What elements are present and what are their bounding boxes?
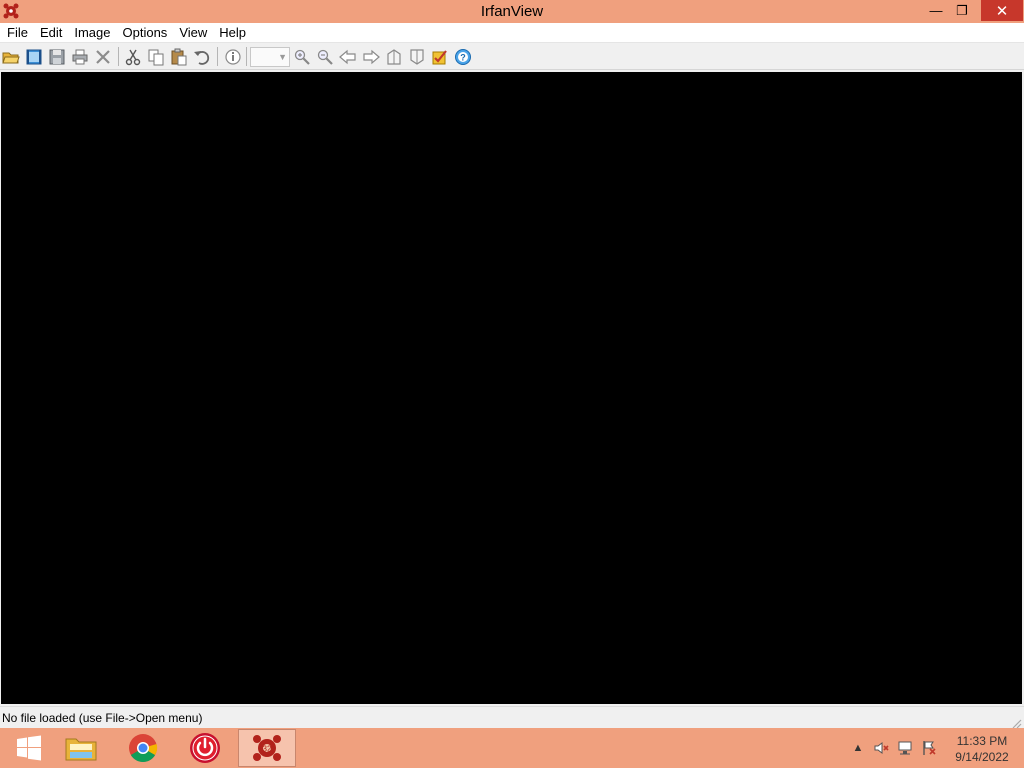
power-app-icon[interactable] (176, 729, 234, 767)
svg-text:?: ? (460, 53, 466, 63)
menu-file[interactable]: File (0, 23, 34, 43)
rotate-right-icon[interactable] (406, 46, 428, 68)
irfanview-icon: 32 (253, 735, 281, 761)
paste-icon[interactable] (168, 46, 190, 68)
print-icon[interactable] (69, 46, 91, 68)
window-title: IrfanView (480, 3, 544, 20)
action-center-icon[interactable] (921, 740, 937, 756)
menu-help[interactable]: Help (213, 23, 252, 43)
volume-muted-icon[interactable] (873, 740, 889, 756)
open-folder-icon[interactable] (0, 46, 22, 68)
zoom-out-icon[interactable] (314, 46, 336, 68)
rotate-left-icon[interactable] (383, 46, 405, 68)
close-button[interactable]: ✕ (981, 0, 1023, 21)
resize-grip-icon[interactable] (1010, 714, 1022, 729)
toolbar-separator (118, 47, 119, 66)
irfanview-badge: 32 (263, 745, 272, 754)
next-icon[interactable] (360, 46, 382, 68)
menu-edit[interactable]: Edit (34, 23, 68, 43)
toolbar-separator (246, 47, 247, 66)
zoom-combo[interactable]: ▼ (250, 47, 290, 67)
maximize-button[interactable]: ❐ (948, 0, 976, 21)
toolbar: ▼ ? (0, 43, 1024, 70)
chrome-icon[interactable] (114, 729, 172, 767)
help-icon[interactable]: ? (452, 46, 474, 68)
clock-date: 9/14/2022 (955, 750, 1009, 764)
zoom-in-icon[interactable] (291, 46, 313, 68)
slideshow-icon[interactable] (23, 46, 45, 68)
copy-icon[interactable] (145, 46, 167, 68)
network-icon[interactable] (897, 740, 913, 756)
properties-icon[interactable] (429, 46, 451, 68)
file-explorer-icon[interactable] (52, 729, 110, 767)
title-bar[interactable]: IrfanView — ❐ ✕ (0, 0, 1024, 23)
cut-icon[interactable] (122, 46, 144, 68)
irfanview-window: IrfanView — ❐ ✕ File Edit Image Options … (0, 0, 1024, 729)
menu-bar: File Edit Image Options View Help (0, 23, 1024, 43)
status-bar: No file loaded (use File->Open menu) (0, 706, 1024, 729)
taskbar: 32 ▲ 11:33 PM 9/14/2022 (0, 728, 1024, 768)
show-hidden-icons-icon[interactable]: ▲ (850, 740, 866, 756)
taskbar-clock[interactable]: 11:33 PM 9/14/2022 (944, 733, 1020, 765)
menu-image[interactable]: Image (68, 23, 116, 43)
undo-icon[interactable] (191, 46, 213, 68)
status-text: No file loaded (use File->Open menu) (2, 711, 203, 725)
chevron-down-icon: ▼ (278, 52, 287, 62)
toolbar-separator (217, 47, 218, 66)
menu-options[interactable]: Options (117, 23, 174, 43)
delete-icon[interactable] (92, 46, 114, 68)
menu-view[interactable]: View (173, 23, 213, 43)
image-canvas[interactable] (1, 72, 1022, 704)
info-icon[interactable] (222, 46, 244, 68)
previous-icon[interactable] (337, 46, 359, 68)
windows-start-icon[interactable] (0, 729, 58, 767)
save-icon[interactable] (46, 46, 68, 68)
irfanview-taskbar-button[interactable]: 32 (238, 729, 296, 767)
clock-time: 11:33 PM (956, 734, 1008, 748)
